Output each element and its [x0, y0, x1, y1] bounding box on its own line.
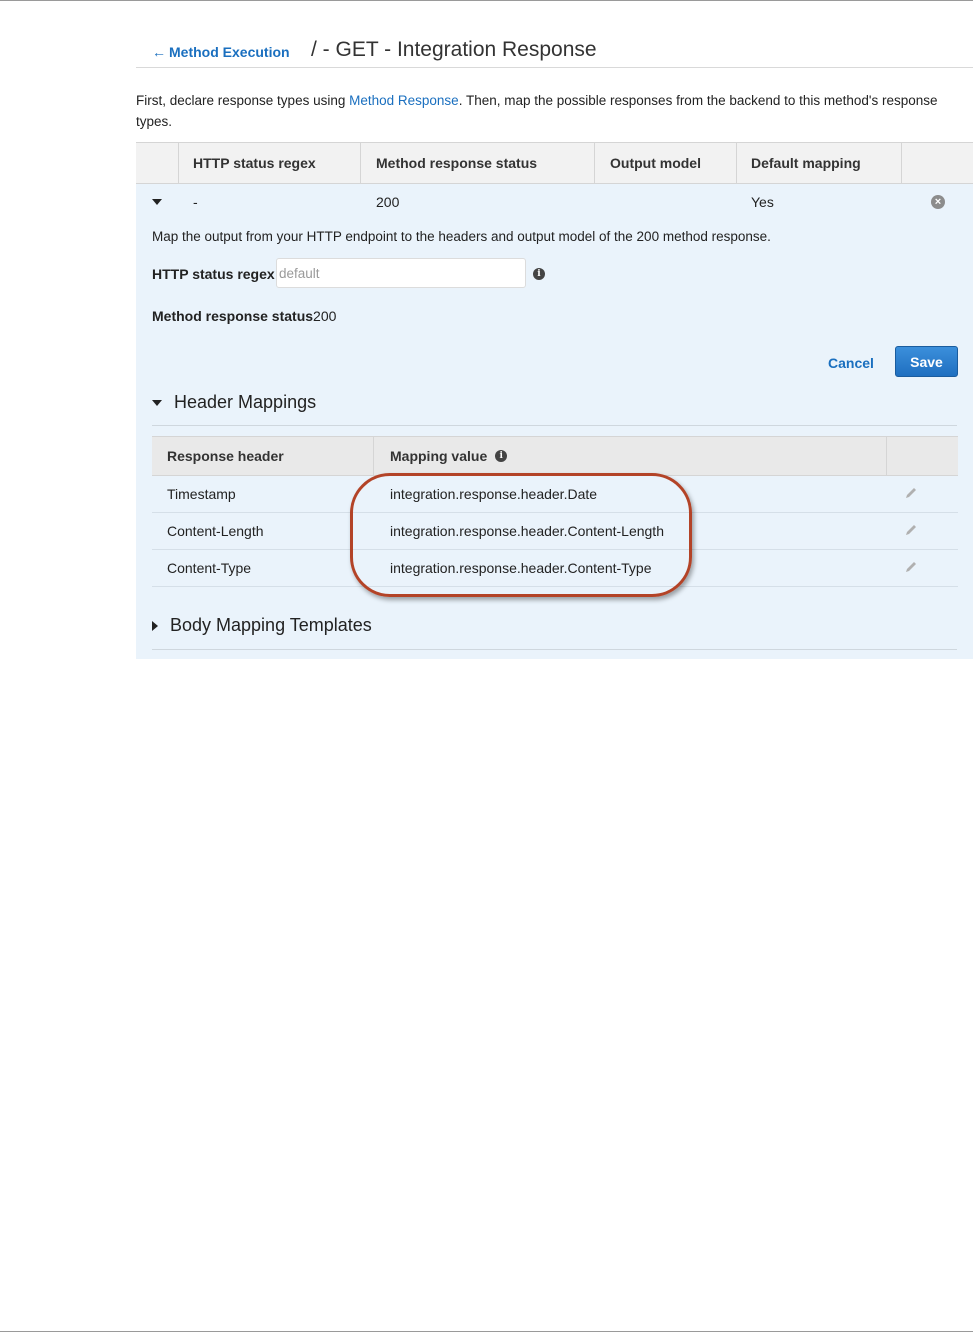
mapping-value-cell: integration.response.header.Date — [390, 486, 598, 502]
method-response-status-value: 200 — [313, 308, 337, 324]
cancel-button[interactable]: Cancel — [824, 347, 878, 379]
table-row: Content-Type integration.response.header… — [152, 550, 958, 587]
pencil-icon[interactable] — [904, 560, 918, 574]
mapping-value-cell: integration.response.header.Content-Leng… — [390, 523, 664, 539]
http-status-regex-input[interactable] — [276, 258, 526, 288]
row-method-response-status: 200 — [376, 194, 400, 210]
body-mapping-templates-title: Body Mapping Templates — [170, 615, 372, 635]
table-row: Timestamp integration.response.header.Da… — [152, 476, 958, 513]
integration-response-table: HTTP status regex Method response status… — [136, 142, 973, 221]
column-header-output-model: Output model — [610, 155, 701, 171]
column-divider — [886, 437, 887, 475]
intro-text: First, declare response types using Meth… — [136, 90, 966, 132]
info-icon[interactable]: i — [533, 268, 545, 280]
column-divider — [360, 143, 361, 183]
mapping-value-cell: integration.response.header.Content-Type — [390, 560, 652, 576]
column-header-method-response-status: Method response status — [376, 155, 538, 171]
page-bottom-rule — [0, 1331, 973, 1332]
column-header-mapping-value: Mapping value i — [390, 437, 508, 475]
row-http-status-regex: - — [193, 194, 198, 210]
column-header-default-mapping: Default mapping — [751, 155, 861, 171]
pencil-icon[interactable] — [904, 486, 918, 500]
page-header: ← Method Execution / - GET - Integration… — [136, 30, 973, 68]
table-row[interactable]: - 200 Yes × — [136, 184, 973, 221]
intro-text-before: First, declare response types using — [136, 93, 350, 108]
column-divider — [373, 437, 374, 475]
response-header-cell: Timestamp — [167, 486, 236, 502]
body-mapping-templates-toggle[interactable]: Body Mapping Templates — [152, 615, 372, 636]
info-icon[interactable]: i — [495, 450, 508, 462]
column-header-http-status-regex: HTTP status regex — [193, 155, 316, 171]
header-mappings-table-header: Response header Mapping value i — [152, 436, 958, 476]
save-button[interactable]: Save — [895, 346, 958, 377]
caret-right-icon — [152, 620, 158, 631]
back-to-method-execution-link[interactable]: ← Method Execution — [152, 44, 290, 60]
column-divider — [736, 143, 737, 183]
table-row: Content-Length integration.response.head… — [152, 513, 958, 550]
method-response-status-field: Method response status200 — [152, 308, 336, 324]
section-divider — [152, 649, 957, 650]
pencil-icon[interactable] — [904, 523, 918, 537]
header-mappings-table: Response header Mapping value i Timestam… — [152, 436, 958, 587]
header-mappings-title: Header Mappings — [174, 392, 317, 412]
method-response-status-label: Method response status — [152, 308, 314, 324]
response-header-cell: Content-Length — [167, 523, 264, 539]
response-detail-panel: Map the output from your HTTP endpoint t… — [136, 219, 973, 659]
column-divider — [178, 143, 179, 183]
http-status-regex-label: HTTP status regex — [152, 266, 275, 282]
response-table-header: HTTP status regex Method response status… — [136, 142, 973, 184]
page-title: / - GET - Integration Response — [311, 38, 597, 61]
mapping-value-label: Mapping value — [390, 448, 488, 464]
panel-description: Map the output from your HTTP endpoint t… — [152, 229, 771, 244]
section-divider — [152, 425, 957, 426]
caret-down-icon — [152, 399, 162, 406]
column-divider — [594, 143, 595, 183]
column-header-response-header: Response header — [167, 448, 284, 464]
response-header-cell: Content-Type — [167, 560, 252, 576]
remove-circle-icon[interactable]: × — [931, 195, 945, 209]
page-top-rule — [0, 0, 973, 1]
header-mappings-toggle[interactable]: Header Mappings — [152, 392, 316, 413]
method-response-link[interactable]: Method Response — [349, 93, 459, 108]
row-default-mapping: Yes — [751, 194, 774, 210]
column-divider — [901, 143, 902, 183]
back-link-label: Method Execution — [169, 44, 290, 60]
arrow-left-icon: ← — [152, 44, 166, 60]
caret-down-icon[interactable] — [152, 199, 162, 205]
